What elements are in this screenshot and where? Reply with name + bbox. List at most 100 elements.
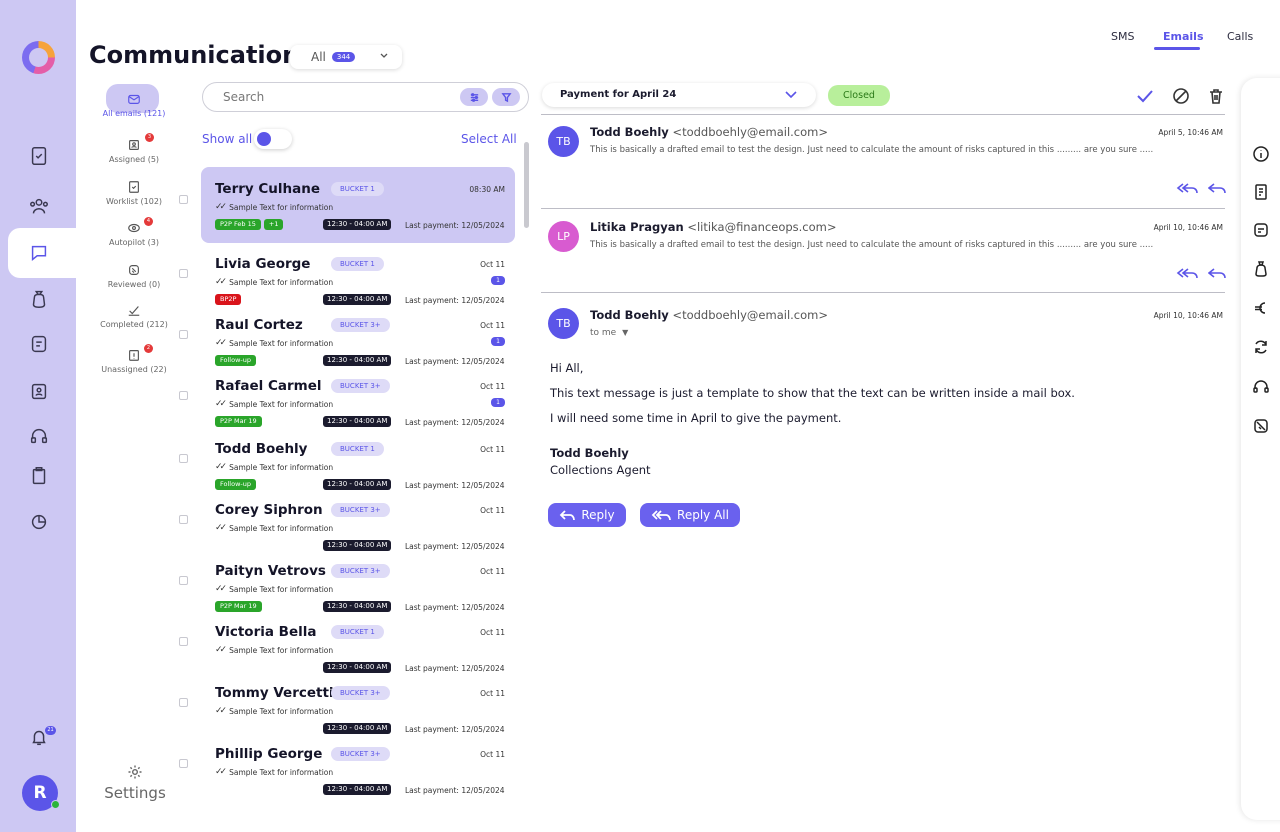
unread-count-badge: 1 <box>491 398 505 407</box>
row-time: Oct 11 <box>480 628 505 637</box>
sender-name: Todd Boehly <box>590 125 669 139</box>
row-subtitle: ✓✓ Sample Text for information <box>215 202 333 212</box>
row-checkbox[interactable] <box>179 637 188 646</box>
reply-all-button[interactable]: Reply All <box>640 503 740 527</box>
row-subtitle: ✓✓ Sample Text for information <box>215 706 333 716</box>
refresh-icon[interactable] <box>1252 338 1270 356</box>
message-reply-actions <box>1176 182 1230 194</box>
trash-icon[interactable] <box>1207 87 1225 105</box>
filter-funnel-icon[interactable] <box>492 88 520 106</box>
reply-button[interactable]: Reply <box>548 503 626 527</box>
tab-emails[interactable]: Emails <box>1163 30 1204 43</box>
folder-assigned[interactable]: Assigned (5) <box>100 138 168 164</box>
status-badge: Closed <box>828 85 890 106</box>
row-checkbox[interactable] <box>179 759 188 768</box>
signature-role: Collections Agent <box>550 463 651 477</box>
subject-dropdown[interactable]: Payment for April 24 <box>542 83 816 107</box>
row-subtitle: ✓✓ Sample Text for information <box>215 462 333 472</box>
channel-filter-select[interactable]: All 344 <box>290 45 402 69</box>
message-snippet[interactable]: This is basically a drafted email to tes… <box>590 240 1153 250</box>
row-checkbox[interactable] <box>179 454 188 463</box>
tag-badge: +1 <box>263 219 284 230</box>
subtitle-text: Sample Text for information <box>229 645 334 655</box>
left-rail: 21 R <box>0 0 80 832</box>
money-bag-icon[interactable] <box>24 284 54 314</box>
row-time: Oct 11 <box>480 506 505 515</box>
row-time: Oct 11 <box>480 750 505 759</box>
contact-name: Livia George <box>215 256 311 272</box>
recipient-dropdown[interactable]: to me ▼ <box>590 328 628 338</box>
row-subtitle: ✓✓ Sample Text for information <box>215 584 333 594</box>
headset-icon[interactable] <box>24 421 54 451</box>
no-phone-icon[interactable] <box>1252 417 1270 435</box>
note-icon[interactable] <box>24 329 54 359</box>
reply-icon[interactable] <box>1208 182 1230 194</box>
message-date: April 10, 10:46 AM <box>1153 223 1223 232</box>
chat-icon[interactable] <box>24 238 54 268</box>
double-check-icon: ✓✓ <box>215 202 227 212</box>
reply-all-icon[interactable] <box>1176 267 1198 279</box>
sender-email: <toddboehly@email.com> <box>672 308 828 322</box>
last-payment-text: Last payment: 12/05/2024 <box>405 786 505 795</box>
select-all-link[interactable]: Select All <box>461 132 517 146</box>
row-checkbox[interactable] <box>179 330 188 339</box>
double-check-icon: ✓✓ <box>215 706 227 716</box>
signature-name: Todd Boehly <box>550 446 629 460</box>
sliders-icon[interactable] <box>460 88 488 106</box>
conversation-row[interactable]: Terry Culhane BUCKET 1 08:30 AM ✓✓ Sample Te… <box>179 167 515 243</box>
app-logo[interactable] <box>22 41 55 74</box>
recipient-label: to me <box>590 328 617 338</box>
row-checkbox[interactable] <box>179 269 188 278</box>
headset-icon[interactable] <box>1252 378 1270 396</box>
resolve-check-icon[interactable] <box>1136 87 1154 105</box>
contact-name: Rafael Carmel <box>215 378 322 394</box>
sender-line: Todd Boehly <toddboehly@email.com> <box>590 125 828 139</box>
row-subtitle: ✓✓ Sample Text for information <box>215 645 333 655</box>
folder-all-emails[interactable]: All emails (121) <box>100 92 168 118</box>
settings-button[interactable]: Settings <box>100 764 170 802</box>
badge-icon[interactable] <box>24 376 54 406</box>
row-checkbox[interactable] <box>179 515 188 524</box>
divider <box>541 114 1225 115</box>
document-icon[interactable] <box>1252 183 1270 201</box>
conversation-row[interactable]: Phillip George BUCKET 3+ Oct 11 ✓✓ Sample Te… <box>179 733 515 809</box>
double-check-icon: ✓✓ <box>215 399 227 409</box>
double-check-icon: ✓✓ <box>215 277 227 287</box>
block-icon[interactable] <box>1172 87 1190 105</box>
row-checkbox[interactable] <box>179 391 188 400</box>
folder-unassigned[interactable]: Unassigned (22) <box>100 348 168 374</box>
folder-worklist[interactable]: Worklist (102) <box>100 180 168 206</box>
money-bag-icon[interactable] <box>1252 260 1270 278</box>
info-icon[interactable] <box>1252 145 1270 163</box>
note-icon[interactable] <box>1252 221 1270 239</box>
row-checkbox[interactable] <box>179 698 188 707</box>
euro-icon[interactable] <box>1252 299 1270 317</box>
sender-avatar: LP <box>548 221 579 252</box>
folder-completed[interactable]: Completed (212) <box>100 303 168 329</box>
reply-icon[interactable] <box>1208 267 1230 279</box>
last-payment-text: Last payment: 12/05/2024 <box>405 418 505 427</box>
tab-sms[interactable]: SMS <box>1111 30 1134 43</box>
folder-autopilot[interactable]: Autopilot (3) <box>100 221 168 247</box>
reply-all-icon <box>651 510 671 521</box>
chevron-down-icon <box>785 91 797 99</box>
row-tags: P2P Mar 19 <box>215 416 262 427</box>
show-all-toggle[interactable] <box>254 129 292 149</box>
row-checkbox[interactable] <box>179 195 188 204</box>
pie-chart-icon[interactable] <box>24 507 54 537</box>
clipboard-icon[interactable] <box>24 461 54 491</box>
caret-down-icon: ▼ <box>622 328 629 337</box>
users-icon[interactable] <box>24 191 54 221</box>
list-scrollbar[interactable] <box>524 142 529 228</box>
bucket-badge: BUCKET 1 <box>331 625 384 639</box>
row-time: Oct 11 <box>480 382 505 391</box>
message-snippet[interactable]: This is basically a drafted email to tes… <box>590 145 1153 155</box>
tab-calls[interactable]: Calls <box>1227 30 1253 43</box>
folder-reviewed[interactable]: Reviewed (0) <box>100 263 168 289</box>
double-check-icon: ✓✓ <box>215 462 227 472</box>
reply-all-icon[interactable] <box>1176 182 1198 194</box>
contact-name: Phillip George <box>215 746 323 762</box>
row-checkbox[interactable] <box>179 576 188 585</box>
tasks-icon[interactable] <box>24 141 54 171</box>
search-input[interactable]: Search <box>202 82 529 112</box>
